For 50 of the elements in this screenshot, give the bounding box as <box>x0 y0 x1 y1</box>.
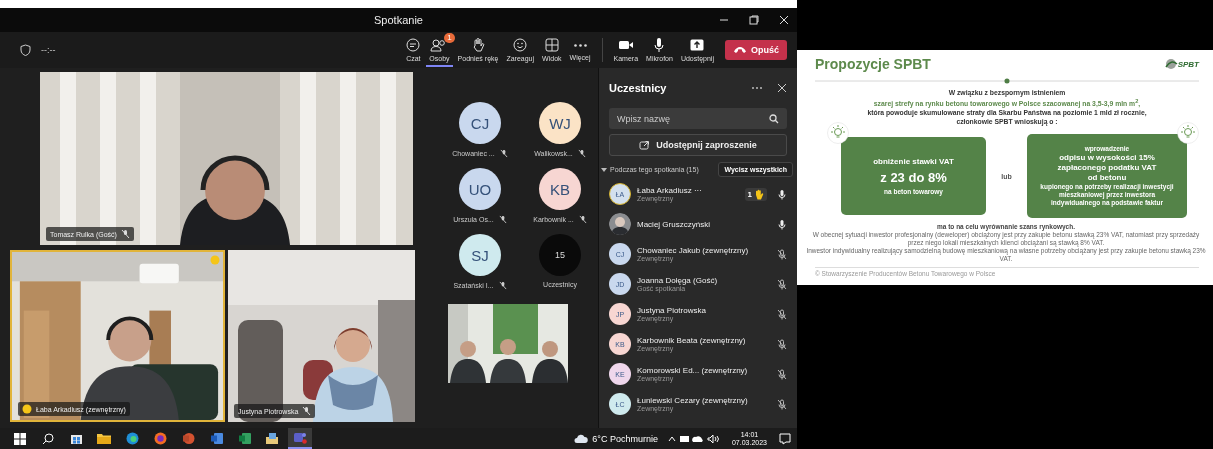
logo: SPBT <box>1163 58 1199 70</box>
box-text: z 23 do 8% <box>880 170 947 186</box>
close-icon[interactable] <box>777 83 787 93</box>
hand-icon <box>754 188 764 200</box>
more-icon <box>573 43 587 47</box>
lightbulb-icon <box>827 122 849 145</box>
more-icon[interactable] <box>751 86 763 90</box>
box-text: obniżenie stawki VAT <box>873 157 954 168</box>
avatar: CJ <box>459 102 501 144</box>
leave-button[interactable]: Opuść <box>725 40 787 60</box>
notification-badge: 1 <box>444 33 455 43</box>
meeting-timer: --:-- <box>41 45 56 55</box>
search-field[interactable]: Wpisz nazwę <box>609 108 787 129</box>
weather-text[interactable]: 6°C Pochmurnie <box>592 433 658 444</box>
lightbulb-icon <box>1177 122 1199 145</box>
box-text: zapłaconego podatku VAT <box>1057 163 1157 174</box>
slide-title: Propozycje SPBT <box>815 56 931 72</box>
notification-icon[interactable] <box>779 432 791 445</box>
participant-name: Karbownik Beata (zewnętrzny) <box>637 336 747 345</box>
participant-name: Komorowski Ed... (zewnętrzny) <box>637 366 749 375</box>
phone-icon <box>733 46 747 54</box>
search-icon <box>769 114 779 124</box>
participant-row[interactable]: Maciej Gruszczyński <box>609 209 787 239</box>
participant-name: Łuniewski Cezary (zewnętrzny) <box>637 396 749 405</box>
box-text: odpisu w wysokości 15% <box>1059 153 1155 164</box>
avatar: UO <box>459 168 501 210</box>
participant-name: Joanna Dołęga (Gość) <box>637 276 719 285</box>
chat-icon <box>405 36 422 53</box>
shield-icon <box>20 44 31 56</box>
close-icon[interactable] <box>779 15 789 25</box>
grid-icon <box>543 36 560 53</box>
avatar: KB <box>539 168 581 210</box>
window-title: Spotkanie <box>374 14 423 26</box>
participant-count[interactable]: 15 <box>539 234 581 276</box>
maximize-icon[interactable] <box>749 15 759 25</box>
participant-name: Chowaniec Jakub (zewnętrzny) <box>637 246 750 255</box>
participant-name: Maciej Gruszczyński <box>637 219 711 229</box>
box-text: od betonu <box>1087 173 1127 184</box>
avatar: WJ <box>539 102 581 144</box>
participant-name: Justyna Piotrowska <box>637 306 707 315</box>
system-tray-icons[interactable] <box>667 433 720 444</box>
avatar: SJ <box>459 234 501 276</box>
raised-hand-badge: 1 <box>744 187 767 201</box>
cloud-icon <box>574 433 589 444</box>
participant-name: Łaba Arkadiusz ··· <box>637 186 703 195</box>
caret-icon[interactable] <box>601 166 607 173</box>
smiley-icon <box>512 36 529 53</box>
share-icon <box>639 140 651 150</box>
panel-title: Uczestnicy <box>609 82 667 94</box>
share-invite-button[interactable]: Udostępnij zaproszenie <box>609 134 787 156</box>
